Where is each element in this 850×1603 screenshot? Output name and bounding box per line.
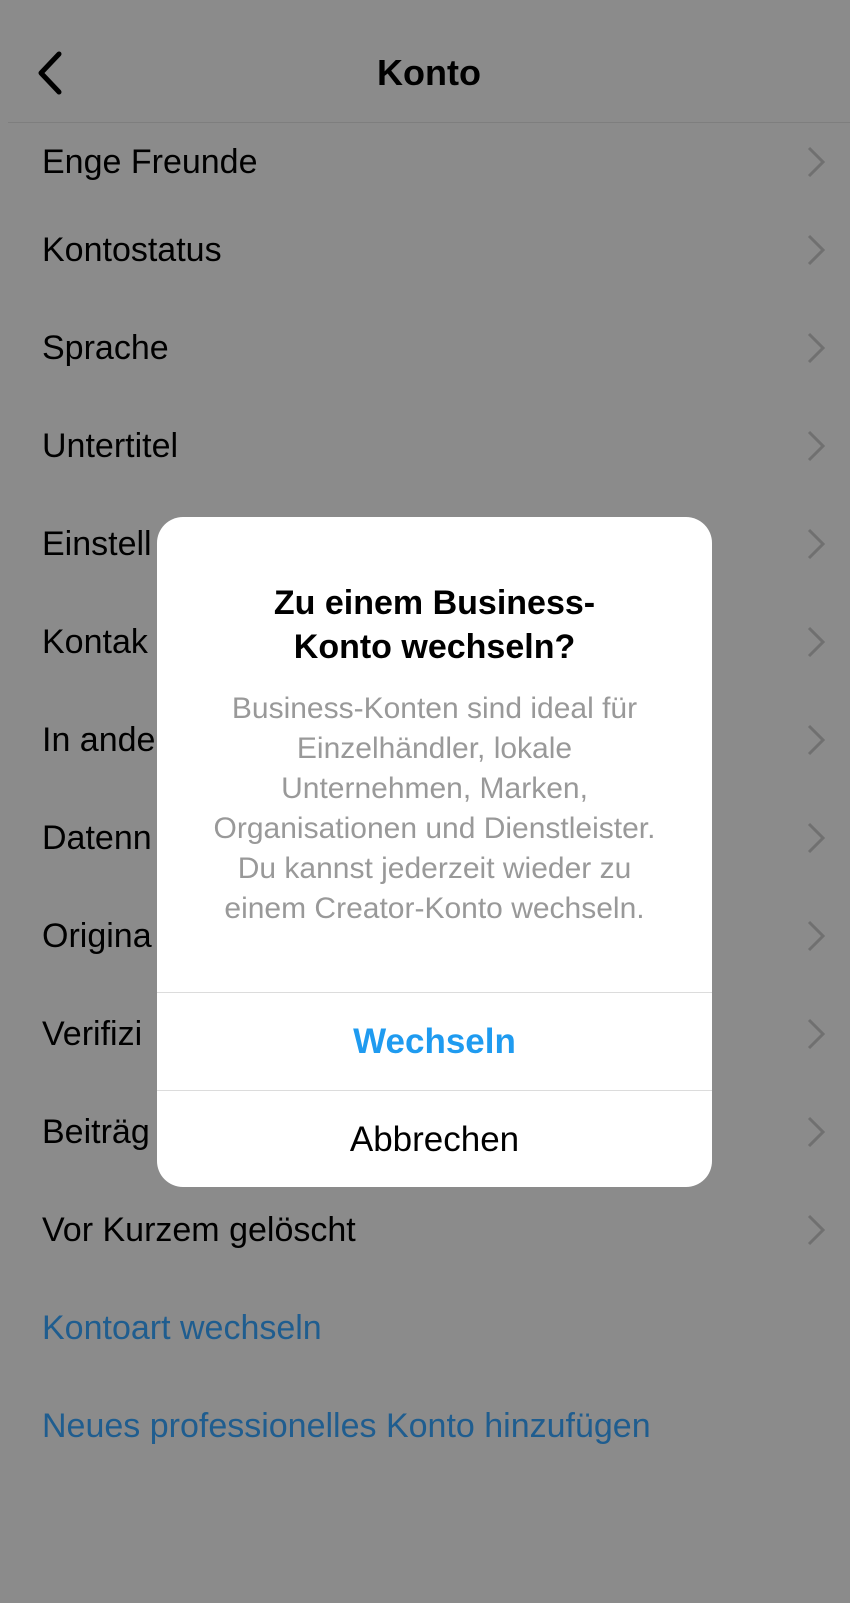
list-item[interactable]: Enge Freunde [8, 123, 850, 201]
chevron-right-icon [807, 332, 826, 364]
list-item-label: Kontak [42, 622, 148, 661]
chevron-right-icon [807, 1018, 826, 1050]
chevron-right-icon [807, 1116, 826, 1148]
link-label: Kontoart wechseln [42, 1308, 322, 1347]
switch-account-type-link[interactable]: Kontoart wechseln [8, 1279, 850, 1377]
cancel-button[interactable]: Abbrechen [157, 1090, 712, 1187]
switch-button[interactable]: Wechseln [157, 992, 712, 1091]
add-professional-account-link[interactable]: Neues professionelles Konto hinzufügen [8, 1377, 850, 1475]
dialog-message-line: Einzelhändler, lokale [296, 732, 573, 765]
chevron-right-icon [807, 920, 826, 952]
chevron-right-icon [807, 146, 826, 178]
navigation-bar: Konto [8, 8, 850, 123]
list-item-label: Verifizi [42, 1014, 143, 1053]
list-item-label: Enge Freunde [42, 142, 258, 181]
list-item-label: Einstell [42, 524, 152, 563]
dialog-title-line: Zu einem Business- [273, 584, 596, 622]
chevron-right-icon [807, 234, 826, 266]
list-item[interactable]: Vor Kurzem gelöscht [8, 1181, 850, 1279]
list-item-label: Datenn [42, 818, 152, 857]
list-item-label: Untertitel [42, 426, 179, 465]
switch-account-dialog: Zu einem Business- Konto wechseln? Busin… [157, 517, 712, 1187]
chevron-right-icon [807, 626, 826, 658]
list-item-label: Vor Kurzem gelöscht [42, 1210, 356, 1249]
link-label: Neues professionelles Konto hinzufügen [42, 1406, 651, 1445]
dialog-message: Business-Konten sind ideal für Einzelhän… [181, 689, 688, 929]
dialog-message-line: Du kannst jederzeit wieder zu [237, 852, 632, 885]
dialog-message-line: Unternehmen, Marken, [281, 772, 588, 805]
list-item-label: In ande [42, 720, 156, 759]
list-item-label: Origina [42, 916, 152, 955]
list-item[interactable]: Untertitel [8, 397, 850, 495]
list-item-label: Beiträg [42, 1112, 150, 1151]
page-title: Konto [377, 52, 481, 93]
chevron-right-icon [807, 1214, 826, 1246]
chevron-right-icon [807, 430, 826, 462]
dialog-message-line: Organisationen und Dienstleister. [213, 812, 656, 845]
dialog-message-line: einem Creator-Konto wechseln. [224, 892, 645, 925]
chevron-right-icon [807, 528, 826, 560]
dialog-title-line: Konto wechseln? [293, 628, 576, 666]
chevron-right-icon [807, 822, 826, 854]
dialog-message-line: Business-Konten sind ideal für [231, 692, 638, 725]
list-item[interactable]: Sprache [8, 299, 850, 397]
chevron-right-icon [807, 724, 826, 756]
list-item-label: Sprache [42, 328, 169, 367]
dialog-title: Zu einem Business- Konto wechseln? [187, 581, 682, 669]
list-item[interactable]: Kontostatus [8, 201, 850, 299]
list-item-label: Kontostatus [42, 230, 222, 269]
